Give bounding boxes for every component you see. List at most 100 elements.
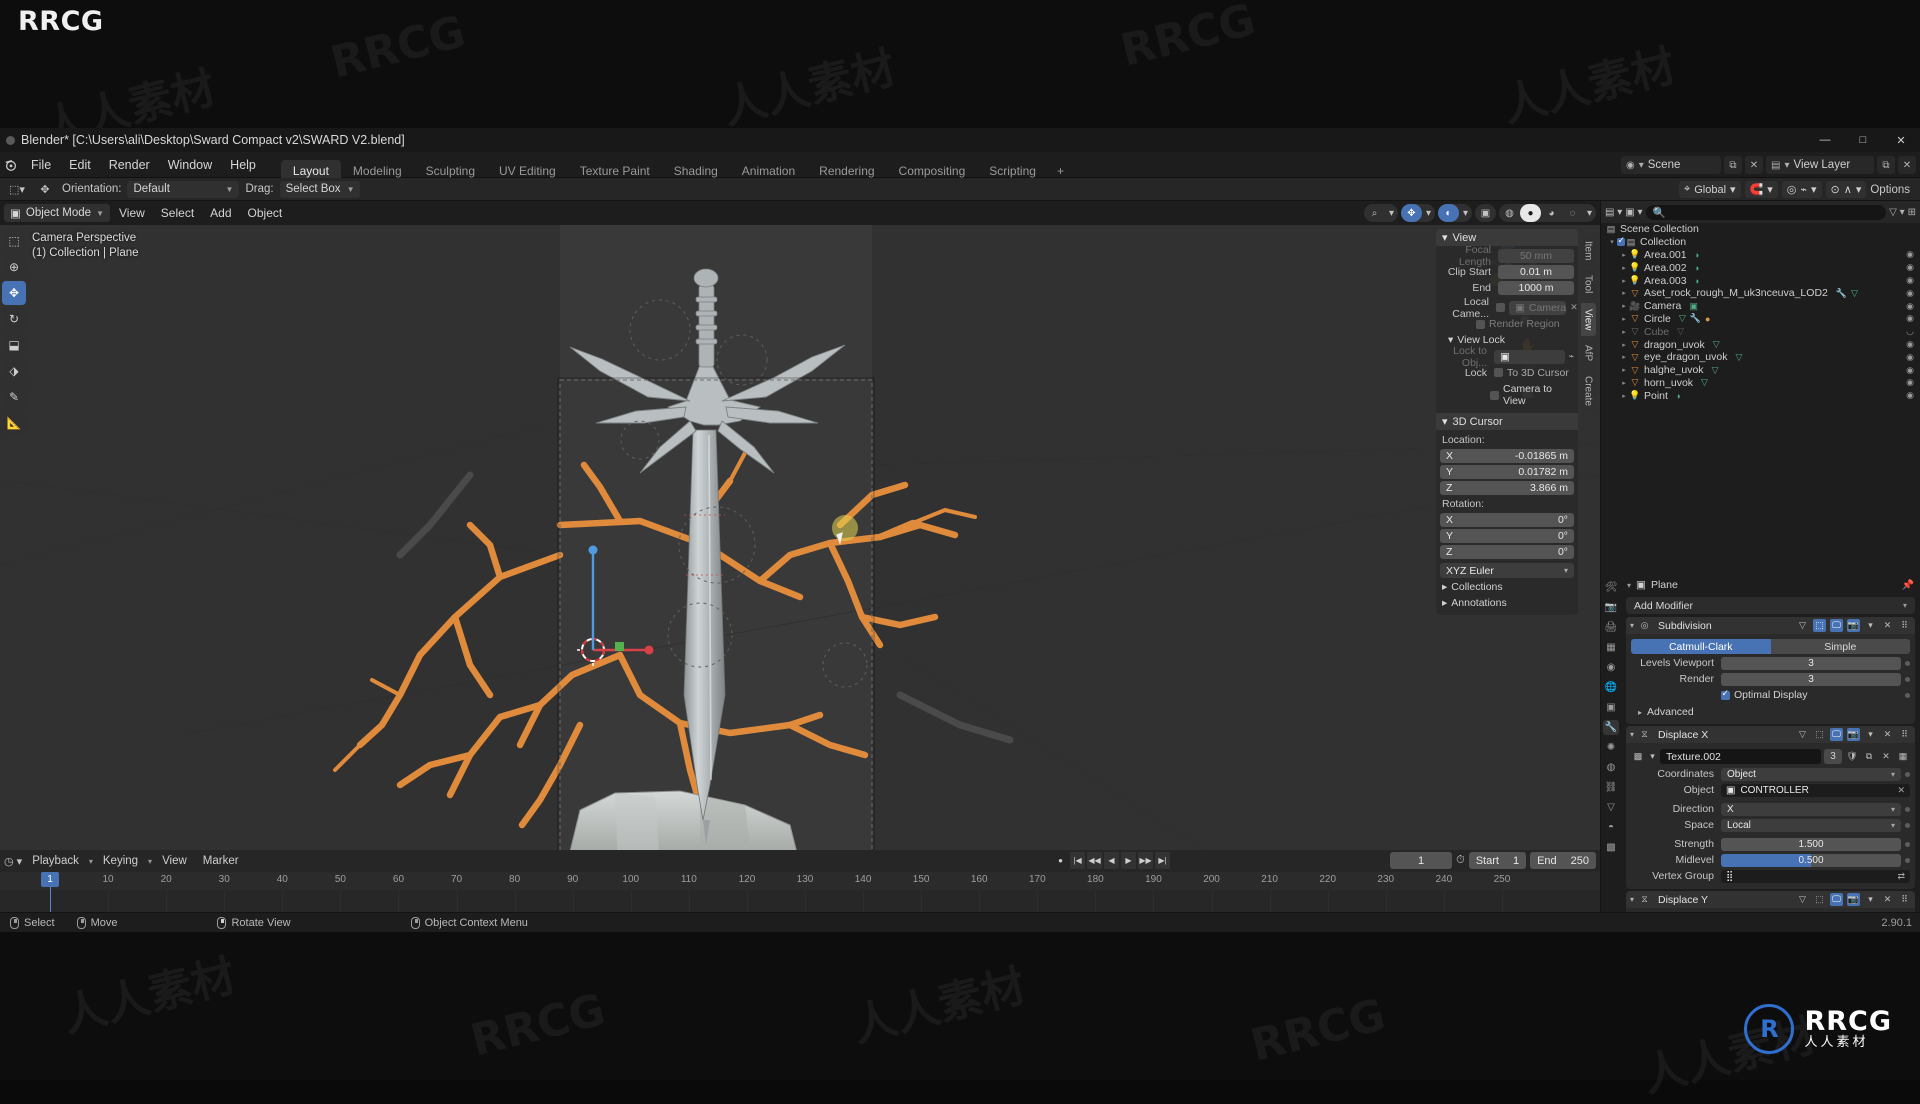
tool-scale-icon[interactable]: ⬓ [2,333,26,357]
modifier-extras-chevron-icon[interactable]: ▾ [1864,619,1877,632]
play-button[interactable]: ▶ [1121,852,1136,869]
clip-start-value[interactable]: 0.01 m [1498,265,1574,279]
disclosure-triangle-icon[interactable]: ▸ [1619,251,1629,259]
animate-property-dot[interactable] [1905,807,1910,812]
editor-type-icon[interactable]: ▤ ▾ [1605,207,1622,218]
jump-to-end-button[interactable]: ▶| [1155,852,1170,869]
object-type-visibility-icon[interactable]: ⌕ [1364,204,1385,222]
transform-orientation-dropdown[interactable]: ⌖ Global ▾ [1679,181,1741,198]
outliner-row-scene-collection[interactable]: ▤ Scene Collection [1601,223,1920,236]
menu-render[interactable]: Render [100,152,159,178]
animate-property-dot[interactable] [1905,677,1910,682]
midlevel-value[interactable]: 0.500 [1721,854,1901,867]
chevron-down-icon[interactable]: ▾ [1459,204,1472,222]
cursor-loc-y-field[interactable]: Y 0.01782 m [1440,465,1574,479]
previous-keyframe-button[interactable]: ◀◀ [1087,852,1102,869]
badge-data-icon[interactable]: ◗ [1695,276,1700,286]
minimize-button[interactable]: — [1806,128,1844,152]
vertex-group-field[interactable]: ⣿ ⇄ [1721,870,1910,883]
properties-tab-object-icon[interactable]: ▣ [1603,700,1619,715]
animate-property-dot[interactable] [1905,842,1910,847]
show-gizmo-icon[interactable]: ✥ [1401,204,1422,222]
disclosure-triangle-icon[interactable]: ▸ [1619,264,1629,272]
current-frame-field[interactable]: 1 [1390,852,1452,869]
disclosure-triangle-icon[interactable]: ▸ [1619,379,1629,387]
clear-local-camera-icon[interactable]: ✕ [1570,302,1578,313]
disclosure-triangle-icon[interactable]: ▾ [1630,730,1634,739]
end-frame-control[interactable]: End 250 [1530,852,1596,869]
visibility-eye-icon[interactable]: ◉ [1906,275,1914,286]
show-on-cage-icon[interactable]: ▽ [1796,893,1809,906]
timeline-menu-view[interactable]: View [156,855,193,867]
breadcrumb-object-name[interactable]: Plane [1651,579,1678,591]
outliner-row-halghe-uvok[interactable]: ▸▽halghe_uvok▽◉ [1601,364,1920,377]
n-tab-tool[interactable]: Tool [1581,269,1596,299]
properties-tab-output-icon[interactable]: 🖨 [1603,620,1619,635]
collection-visibility-checkbox[interactable] [1617,238,1625,246]
show-in-viewport-icon[interactable]: 🖵 [1830,893,1843,906]
timeline-menu-playback[interactable]: Playback [26,855,85,867]
animate-property-dot[interactable] [1905,823,1910,828]
drag-dropdown[interactable]: Select Box ▼ [280,181,361,198]
drag-handle-icon[interactable]: ⠿ [1898,619,1911,632]
show-in-viewport-icon[interactable]: 🖵 [1830,619,1843,632]
levels-viewport-value[interactable]: 3 [1721,657,1901,670]
timeline-playhead[interactable]: 1 [50,872,51,912]
delete-modifier-icon[interactable]: ✕ [1881,728,1894,741]
disclosure-triangle-icon[interactable]: ▸ [1619,341,1629,349]
wireframe-shading-icon[interactable]: ◍ [1499,204,1520,222]
visibility-eye-icon[interactable]: ◉ [1906,301,1914,312]
show-in-edit-mode-icon[interactable]: ⬚ [1813,893,1826,906]
tool-rotate-icon[interactable]: ↻ [2,307,26,331]
show-in-render-icon[interactable]: 📷 [1847,619,1860,632]
browse-texture-icon[interactable]: ▦ [1896,749,1910,764]
close-button[interactable]: ✕ [1882,128,1920,152]
animate-property-dot[interactable] [1905,693,1910,698]
properties-tab-modifier-icon[interactable]: 🔧 [1603,720,1619,735]
tool-select-box-icon[interactable]: ⬚ [2,229,26,253]
badge-data-icon[interactable]: ◗ [1695,263,1700,273]
disclosure-triangle-icon[interactable]: ▸ [1619,392,1629,400]
pin-icon[interactable]: 📌 [1902,580,1914,591]
clear-object-icon[interactable]: ✕ [1897,785,1905,796]
tool-annotate-icon[interactable]: ✎ [2,385,26,409]
outliner-row-cube[interactable]: ▸▽Cube▽◡ [1601,325,1920,338]
editor-type-icon[interactable]: ◷ ▾ [4,855,22,868]
properties-tab-render-icon[interactable]: 📷 [1603,600,1619,615]
visibility-eye-icon[interactable]: ◉ [1906,390,1914,401]
remove-viewlayer-button[interactable]: ✕ [1898,156,1916,174]
outliner-row-circle[interactable]: ▸▽Circle▽🔧●◉ [1601,313,1920,326]
space-dropdown[interactable]: Local ▾ [1721,819,1901,832]
viewport-menu-view[interactable]: View [112,201,152,225]
show-in-edit-mode-icon[interactable]: ⬚ [1813,619,1826,632]
filter-icon[interactable]: ▽ ▾ [1889,207,1905,218]
delete-modifier-icon[interactable]: ✕ [1881,893,1894,906]
duplicate-texture-icon[interactable]: ⧉ [1862,749,1876,764]
badge-data-icon[interactable]: ◗ [1695,250,1700,260]
options-button[interactable]: Options [1870,184,1914,196]
modifier-name[interactable]: Displace X [1655,729,1792,741]
toggle-xray-icon[interactable]: ▣ [1475,204,1496,222]
menu-help[interactable]: Help [221,152,265,178]
eyedropper-icon[interactable]: ⌁ [1569,351,1574,362]
disclosure-triangle-icon[interactable]: ▾ [1630,621,1634,630]
tool-move-icon[interactable]: ✥ [2,281,26,305]
menu-window[interactable]: Window [159,152,221,178]
advanced-subpanel-header[interactable]: ▸ Advanced [1626,704,1915,720]
disclosure-triangle-icon[interactable]: ▾ [1607,238,1617,246]
fake-user-shield-icon[interactable]: 🛡 [1845,749,1859,764]
badge-mesh-icon[interactable]: ▽ [1712,365,1719,376]
show-in-render-icon[interactable]: 📷 [1847,893,1860,906]
visibility-eye-icon[interactable]: ◉ [1906,352,1914,363]
animate-property-dot[interactable] [1905,858,1910,863]
cursor-rot-x-field[interactable]: X 0° [1440,513,1574,527]
badge-mat-icon[interactable]: ● [1705,314,1710,324]
algorithm-simple[interactable]: Simple [1771,639,1911,654]
texture-name[interactable]: Texture.002 [1660,749,1821,764]
local-camera-checkbox[interactable] [1496,303,1505,312]
properties-tab-scene-icon[interactable]: ◉ [1603,660,1619,675]
badge-mesh-icon[interactable]: ▽ [1735,352,1742,363]
optimal-display-checkbox[interactable] [1721,691,1730,700]
focal-length-value[interactable]: 50 mm [1498,249,1574,263]
disclosure-triangle-icon[interactable]: ▸ [1619,277,1629,285]
